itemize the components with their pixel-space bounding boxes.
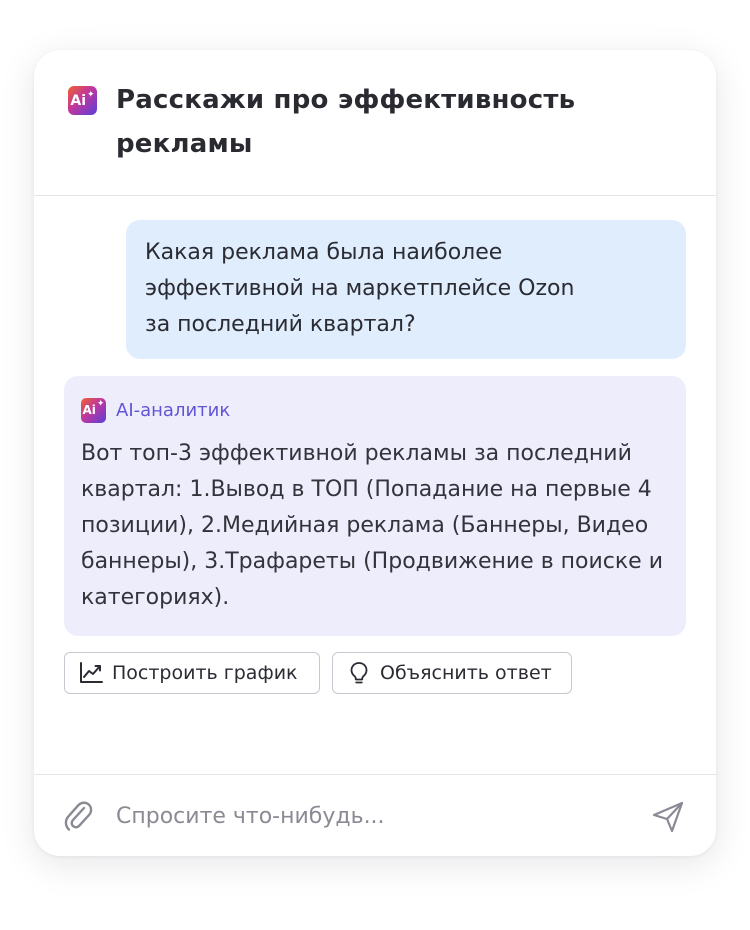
explain-answer-button[interactable]: Объяснить ответ (332, 652, 572, 694)
ai-message-header: Ai ✦ AI-аналитик (81, 396, 670, 424)
composer (34, 774, 716, 856)
ai-sender-name: AI-аналитик (116, 399, 231, 421)
chat-title: Расскажи про эффективность рекламы (116, 85, 576, 159)
ai-message-text: Вот топ-3 эффективной рекламы за последн… (81, 441, 664, 610)
message-input[interactable] (116, 793, 626, 839)
lightbulb-icon (346, 660, 372, 686)
ai-logo-text: Ai (70, 92, 87, 109)
build-chart-label: Построить график (112, 662, 298, 684)
chart-line-icon (78, 660, 104, 686)
send-icon[interactable] (650, 799, 686, 835)
explain-answer-label: Объяснить ответ (380, 662, 552, 684)
ai-avatar-icon: Ai ✦ (81, 397, 106, 423)
chat-header: Ai ✦ Расскажи про эффективность рекламы (34, 50, 716, 196)
chat-panel: Ai ✦ Расскажи про эффективность рекламы К… (34, 50, 716, 856)
paperclip-icon[interactable] (62, 799, 96, 835)
ai-avatar-text: Ai (82, 403, 96, 417)
build-chart-button[interactable]: Построить график (64, 652, 320, 694)
user-message: Какая реклама была наиболее эффективной … (126, 220, 686, 359)
ai-logo-icon: Ai ✦ (68, 86, 97, 115)
ai-message: Ai ✦ AI-аналитик Вот топ-3 эффективной ре… (64, 376, 686, 636)
